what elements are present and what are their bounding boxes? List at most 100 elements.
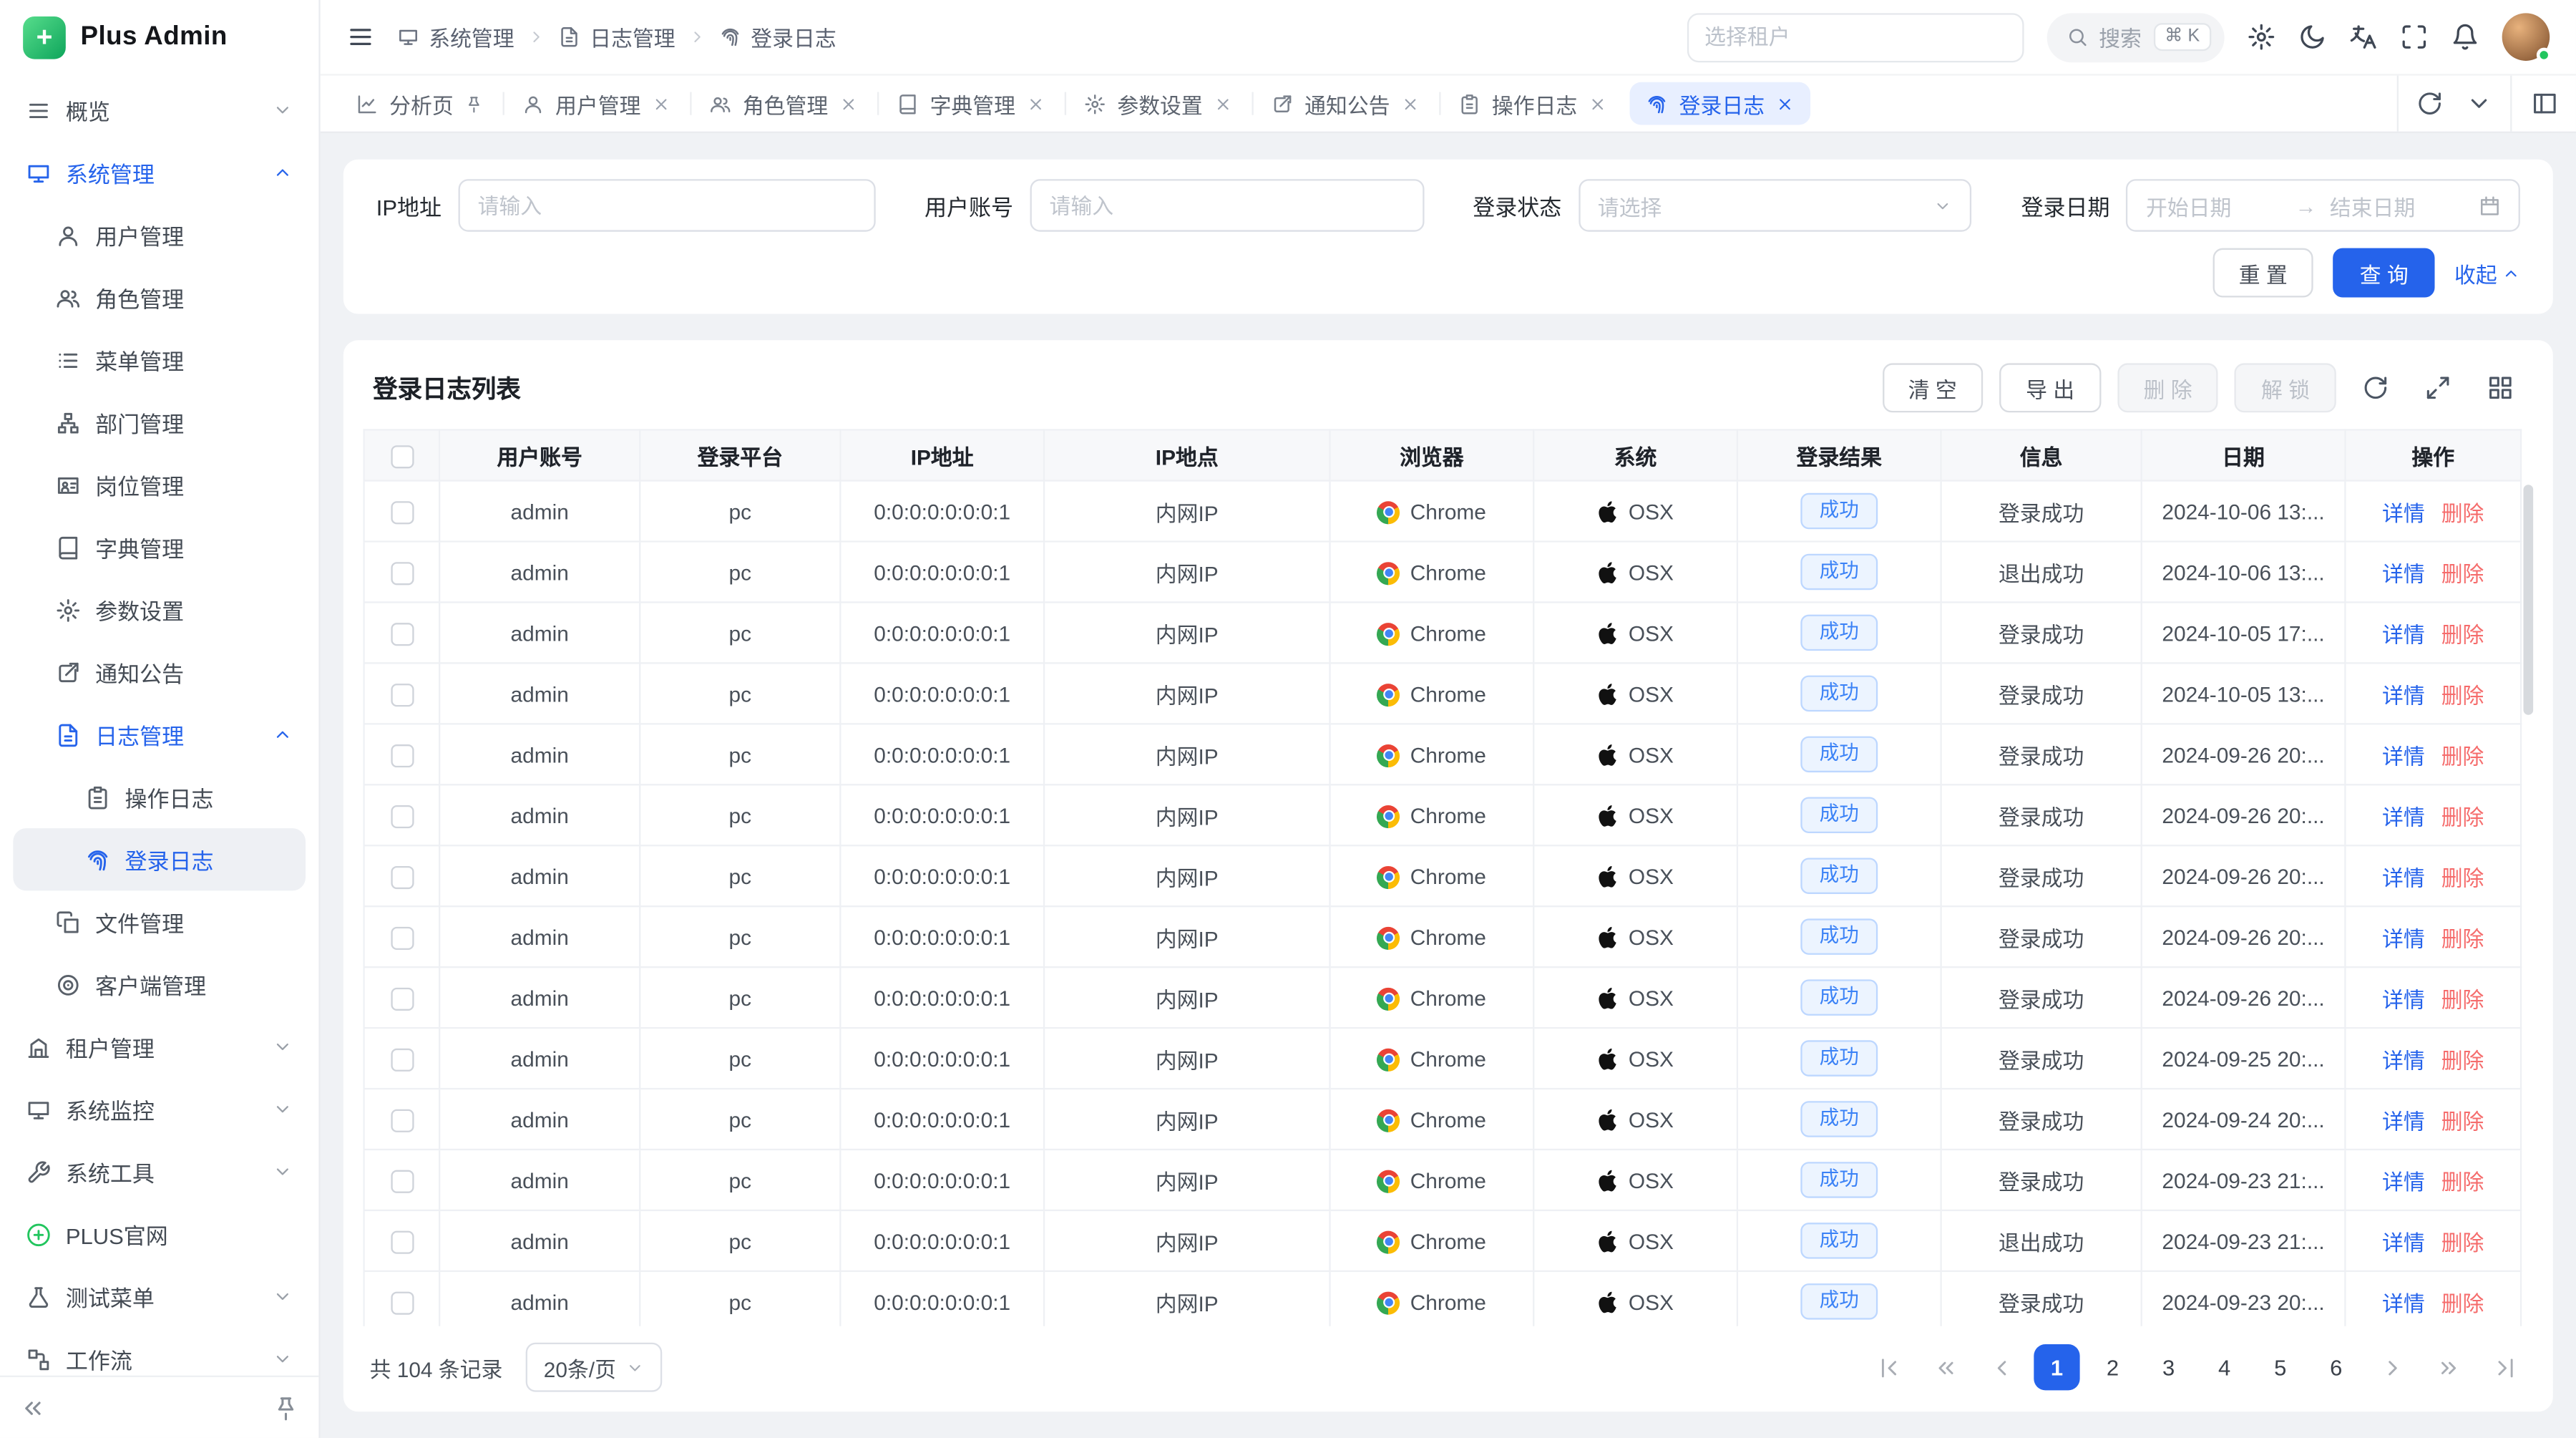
sidebar-item-role-mgmt[interactable]: 角色管理 [13,266,306,329]
page-size-select[interactable]: 20条/页 [526,1343,663,1392]
collapse-filter-link[interactable]: 收起 [2454,257,2520,288]
tab-notice[interactable]: 通知公告 [1252,76,1440,132]
delete-link[interactable]: 删除 [2441,500,2484,525]
delete-link[interactable]: 删除 [2441,987,2484,1011]
sidebar-item-test-menu[interactable]: 测试菜单 [13,1265,306,1328]
breadcrumb-item[interactable]: 日志管理 [559,21,675,53]
tenant-select-input[interactable] [1687,12,2024,62]
sidebar-item-file-mgmt[interactable]: 文件管理 [13,890,306,953]
detail-link[interactable]: 详情 [2382,622,2425,646]
sidebar-item-system-tools[interactable]: 系统工具 [13,1140,306,1203]
close-tab-icon[interactable] [1027,94,1045,112]
query-button[interactable]: 查 询 [2333,248,2434,298]
row-checkbox[interactable] [390,562,413,585]
detail-link[interactable]: 详情 [2382,1230,2425,1254]
delete-link[interactable]: 删除 [2441,1230,2484,1254]
sidebar-item-operation-log[interactable]: 操作日志 [13,766,306,828]
sidebar-item-workflow[interactable]: 工作流 [13,1328,306,1376]
login-status-select[interactable]: 请选择 [1578,179,1971,231]
detail-link[interactable]: 详情 [2382,744,2425,768]
close-tab-icon[interactable] [1776,94,1794,112]
delete-link[interactable]: 删除 [2441,561,2484,586]
settings-gear-icon[interactable] [2248,23,2275,51]
column-settings-icon[interactable] [2477,365,2523,411]
row-checkbox[interactable] [390,1291,413,1314]
row-checkbox[interactable] [390,1048,413,1071]
row-checkbox[interactable] [390,805,413,827]
page-button-2[interactable]: 2 [2089,1344,2135,1390]
clear-button[interactable]: 清 空 [1882,363,1983,412]
sidebar-item-client-mgmt[interactable]: 客户端管理 [13,953,306,1016]
breadcrumb-item[interactable]: 系统管理 [398,21,514,53]
delete-link[interactable]: 删除 [2441,865,2484,890]
jump-back-button[interactable] [1922,1344,1968,1390]
prev-page-button[interactable] [1978,1344,2024,1390]
user-avatar[interactable] [2502,13,2550,61]
sidebar-item-post-mgmt[interactable]: 岗位管理 [13,454,306,516]
detail-link[interactable]: 详情 [2382,1291,2425,1315]
row-checkbox[interactable] [390,684,413,706]
sidebar-item-login-log[interactable]: 登录日志 [13,828,306,890]
row-checkbox[interactable] [390,1170,413,1192]
refresh-table-icon[interactable] [2353,365,2399,411]
detail-link[interactable]: 详情 [2382,561,2425,586]
detail-link[interactable]: 详情 [2382,987,2425,1011]
page-button-1[interactable]: 1 [2034,1344,2079,1390]
tab-dict-mgmt[interactable]: 字典管理 [877,76,1065,132]
row-checkbox[interactable] [390,1230,413,1253]
first-page-button[interactable] [1866,1344,1912,1390]
detail-link[interactable]: 详情 [2382,683,2425,707]
page-button-6[interactable]: 6 [2313,1344,2359,1390]
detail-link[interactable]: 详情 [2382,1048,2425,1072]
sidebar-item-overview[interactable]: 概览 [13,79,306,141]
close-tab-icon[interactable] [1214,94,1232,112]
tab-param-settings[interactable]: 参数设置 [1065,76,1252,132]
sidebar-item-tenant-mgmt[interactable]: 租户管理 [13,1016,306,1078]
page-button-4[interactable]: 4 [2202,1344,2248,1390]
tab-operation-log[interactable]: 操作日志 [1439,76,1626,132]
sidebar-item-menu-mgmt[interactable]: 菜单管理 [13,329,306,391]
refresh-page-icon[interactable] [2405,79,2454,128]
row-checkbox[interactable] [390,501,413,524]
row-checkbox[interactable] [390,926,413,949]
detail-link[interactable]: 详情 [2382,805,2425,829]
row-checkbox[interactable] [390,744,413,767]
detail-link[interactable]: 详情 [2382,1170,2425,1194]
user-account-input[interactable] [1030,179,1423,231]
tab-user-mgmt[interactable]: 用户管理 [503,76,691,132]
fullscreen-icon[interactable] [2400,23,2428,51]
sidebar-item-system-mgmt[interactable]: 系统管理 [13,141,306,203]
sidebar-item-system-monitor[interactable]: 系统监控 [13,1078,306,1140]
table-scrollbar[interactable] [2524,485,2534,714]
sidebar-item-plus-site[interactable]: PLUS官网 [13,1203,306,1265]
row-checkbox[interactable] [390,987,413,1010]
delete-link[interactable]: 删除 [2441,1170,2484,1194]
select-all-checkbox[interactable] [390,445,413,468]
detail-link[interactable]: 详情 [2382,500,2425,525]
row-checkbox[interactable] [390,623,413,646]
export-button[interactable]: 导 出 [1999,363,2100,412]
jump-forward-button[interactable] [2425,1344,2471,1390]
sidebar-item-user-mgmt[interactable]: 用户管理 [13,204,306,266]
close-tab-icon[interactable] [839,94,857,112]
tab-role-mgmt[interactable]: 角色管理 [690,76,877,132]
delete-link[interactable]: 删除 [2441,744,2484,768]
delete-link[interactable]: 删除 [2441,926,2484,951]
layout-panel-icon[interactable] [2510,76,2576,132]
reset-button[interactable]: 重 置 [2212,248,2313,298]
ip-address-input[interactable] [458,179,875,231]
detail-link[interactable]: 详情 [2382,865,2425,890]
detail-link[interactable]: 详情 [2382,926,2425,951]
tab-analytics[interactable]: 分析页 [337,76,503,132]
next-page-button[interactable] [2369,1344,2415,1390]
tab-options-chevron-icon[interactable] [2454,79,2504,128]
language-icon[interactable] [2349,23,2377,51]
delete-link[interactable]: 删除 [2441,622,2484,646]
delete-link[interactable]: 删除 [2441,805,2484,829]
dark-mode-moon-icon[interactable] [2298,23,2326,51]
close-tab-icon[interactable] [653,94,670,112]
menu-toggle-icon[interactable] [346,23,374,51]
pin-sidebar-icon[interactable] [273,1394,299,1421]
close-tab-icon[interactable] [1402,94,1420,112]
detail-link[interactable]: 详情 [2382,1109,2425,1133]
